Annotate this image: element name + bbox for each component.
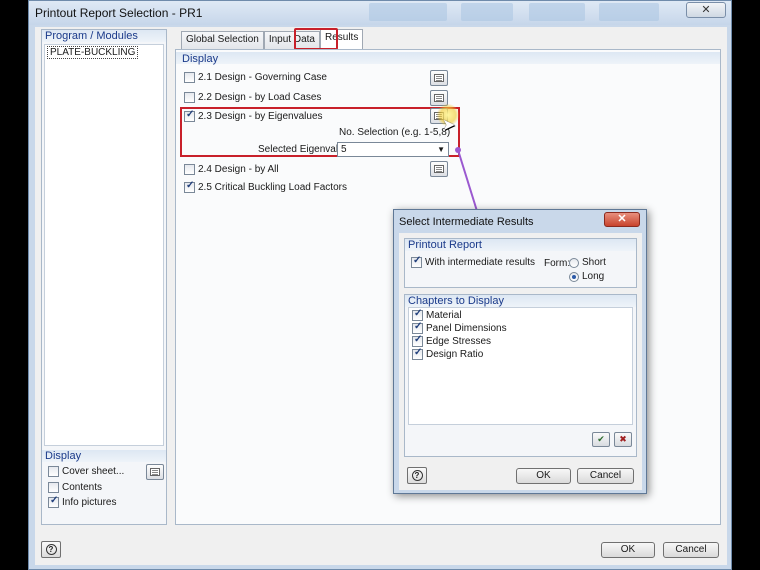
- chapter-design-ratio-label: Design Ratio: [426, 349, 484, 360]
- chapter-design-ratio-checkbox[interactable]: [412, 347, 423, 360]
- form-short-label: Short: [582, 257, 606, 268]
- select-intermediate-results-dialog: Select Intermediate Results ✕ Printout R…: [393, 209, 647, 494]
- with-intermediate-checkbox[interactable]: [411, 255, 422, 268]
- check-all-icon: ✔: [597, 434, 605, 444]
- form-long-option[interactable]: Long: [569, 271, 604, 282]
- chapter-edge-stresses-checkbox[interactable]: [412, 334, 423, 347]
- with-intermediate-label: With intermediate results: [425, 257, 536, 268]
- chapter-material[interactable]: Material: [412, 308, 462, 321]
- chapter-material-checkbox[interactable]: [412, 308, 423, 321]
- chapter-panel-dimensions[interactable]: Panel Dimensions: [412, 321, 507, 334]
- chapter-panel-dimensions-label: Panel Dimensions: [426, 323, 507, 334]
- form-short-option[interactable]: Short: [569, 257, 606, 268]
- sub-cancel-button[interactable]: Cancel: [577, 468, 634, 484]
- chapter-material-label: Material: [426, 310, 462, 321]
- sub-dialog-client: Printout Report With intermediate result…: [399, 233, 642, 490]
- with-intermediate-option[interactable]: With intermediate results: [411, 255, 536, 268]
- form-short-radio[interactable]: [569, 257, 579, 268]
- uncheck-all-icon: ✖: [619, 434, 627, 444]
- chapters-label: Chapters to Display: [408, 295, 504, 307]
- printout-report-group: Printout Report With intermediate result…: [404, 238, 637, 288]
- chapter-design-ratio[interactable]: Design Ratio: [412, 347, 484, 360]
- chapter-edge-stresses-label: Edge Stresses: [426, 336, 492, 347]
- form-long-radio[interactable]: [569, 271, 579, 282]
- help-icon: ?: [411, 470, 423, 481]
- chapters-list[interactable]: Material Panel Dimensions Edge Stresses …: [408, 307, 633, 425]
- form-label: Form:: [544, 258, 571, 269]
- chapter-edge-stresses[interactable]: Edge Stresses: [412, 334, 492, 347]
- printout-report-label: Printout Report: [408, 239, 482, 251]
- sub-dialog-close-button[interactable]: ✕: [604, 212, 640, 227]
- select-all-button[interactable]: ✔: [592, 432, 610, 447]
- sub-dialog-title: Select Intermediate Results: [399, 216, 534, 228]
- sub-ok-button[interactable]: OK: [516, 468, 571, 484]
- chapter-panel-dimensions-checkbox[interactable]: [412, 321, 423, 334]
- form-long-label: Long: [582, 271, 605, 282]
- deselect-all-button[interactable]: ✖: [614, 432, 632, 447]
- chapters-group: Chapters to Display Material Panel Dimen…: [404, 294, 637, 457]
- sub-help-button[interactable]: ?: [407, 467, 427, 484]
